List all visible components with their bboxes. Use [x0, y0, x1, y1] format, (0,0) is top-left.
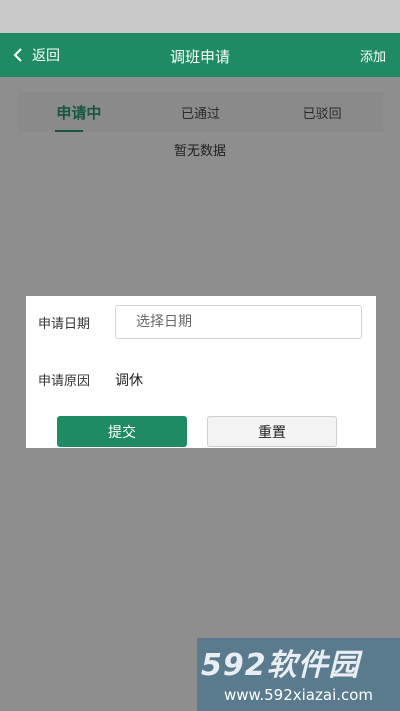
tab-approved[interactable]: 已通过	[140, 92, 262, 132]
watermark-logo: 592软件园	[201, 648, 360, 683]
add-button[interactable]: 添加	[360, 46, 386, 65]
back-button[interactable]: 返回	[12, 33, 60, 77]
status-bar	[0, 0, 400, 33]
empty-message: 暂无数据	[173, 144, 226, 159]
page-title: 调班申请	[169, 48, 230, 66]
status-tabs: 申请中 已通过 已驳回	[18, 92, 383, 132]
submit-button[interactable]: 提交	[57, 416, 187, 447]
date-label: 申请日期	[38, 317, 91, 332]
nav-bar: 返回 调班申请 添加	[0, 33, 400, 77]
tab-rejected[interactable]: 已驳回	[261, 92, 383, 132]
back-label: 返回	[32, 48, 60, 64]
watermark-url: www.592xiazai.com	[223, 686, 374, 704]
reason-value[interactable]: 调休	[115, 370, 143, 390]
watermark: 592软件园 www.592xiazai.com	[197, 638, 400, 711]
date-input[interactable]	[115, 305, 362, 339]
reason-label: 申请原因	[38, 374, 91, 389]
reset-button[interactable]: 重置	[207, 416, 337, 447]
tab-pending[interactable]: 申请中	[18, 92, 140, 132]
chevron-left-icon	[13, 48, 22, 62]
apply-dialog: 申请日期 申请原因 调休 提交 重置	[26, 296, 376, 448]
